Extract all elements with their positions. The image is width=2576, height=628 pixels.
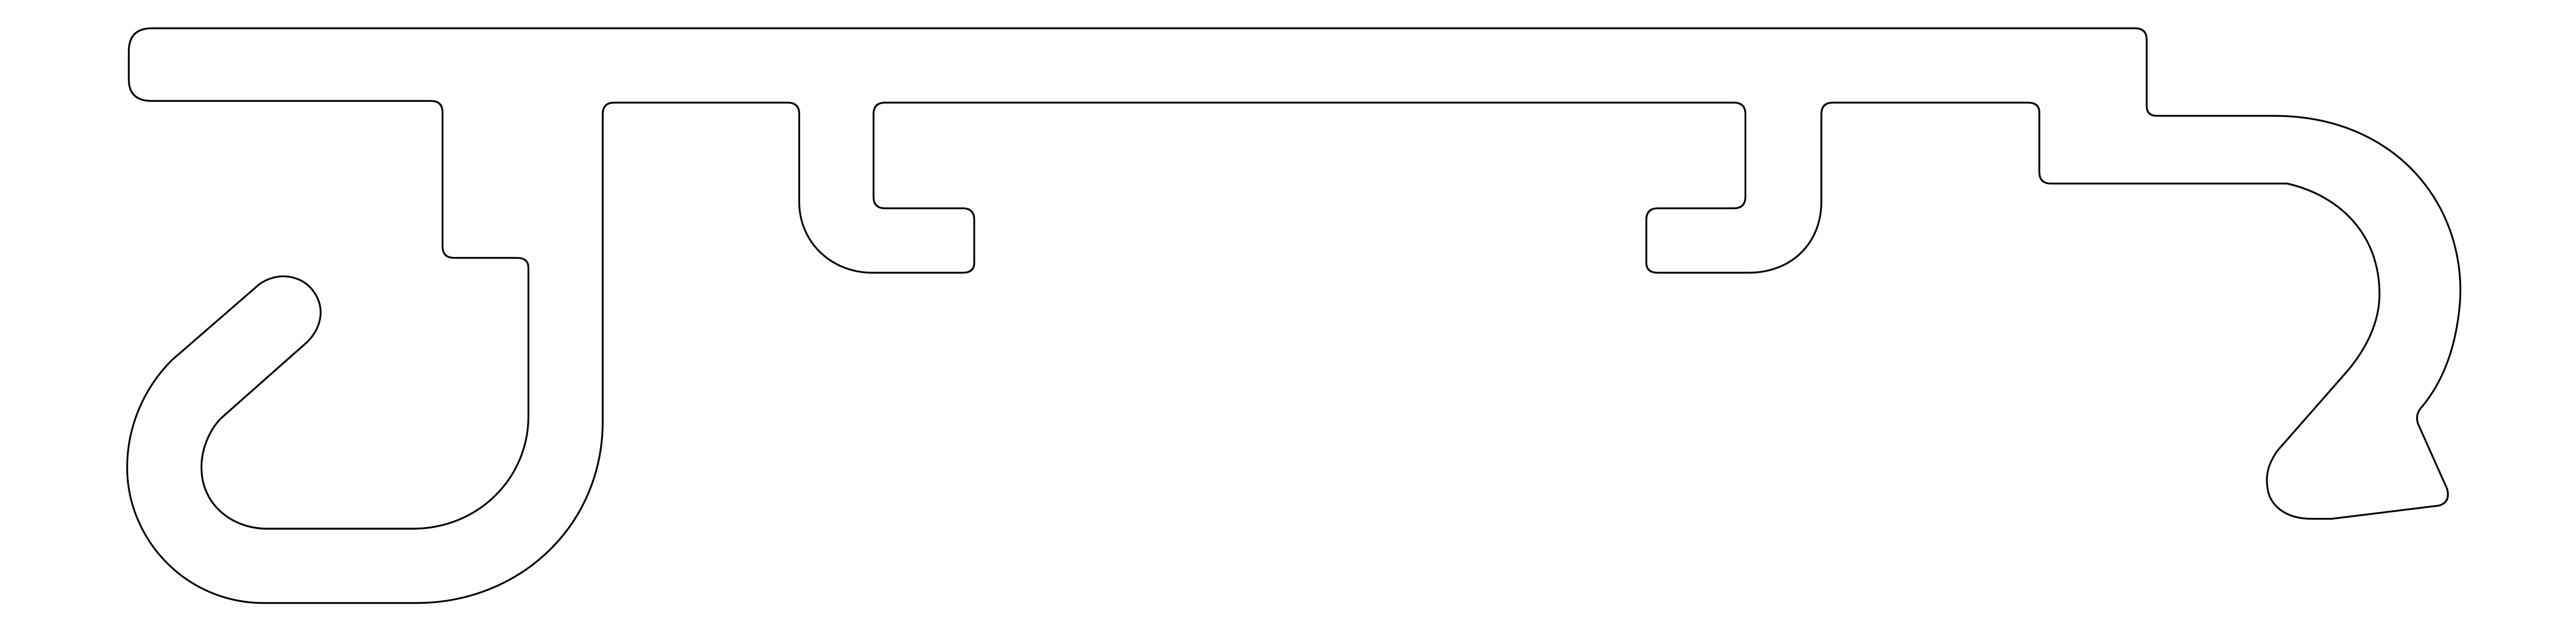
drawing-canvas <box>0 0 2576 628</box>
profile-drawing <box>126 27 2462 604</box>
profile-outline <box>126 27 2462 604</box>
